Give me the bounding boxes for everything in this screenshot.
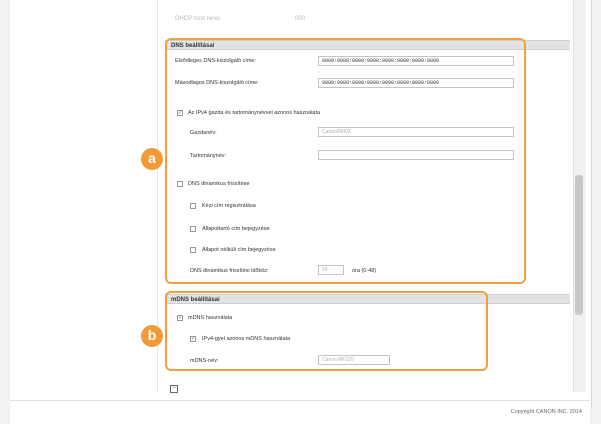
page-footer: Copyright CANON INC. 2014 (10, 400, 590, 424)
callout-a-box (165, 38, 526, 284)
dhcp-host-label: DHCP host neve: (175, 16, 222, 22)
callout-b-box (165, 291, 488, 371)
scrollbar-thumb[interactable] (575, 175, 583, 315)
callout-a-badge: a (141, 148, 163, 170)
left-navigation-area (10, 0, 157, 408)
callout-b-badge: b (141, 325, 163, 347)
collapse-icon[interactable]: − (170, 385, 178, 393)
copyright-text: Copyright CANON INC. 2014 (510, 409, 582, 415)
dhcp-host-row: DHCP host neve: 000 (175, 16, 305, 22)
dhcp-host-value: 000 (295, 16, 306, 22)
